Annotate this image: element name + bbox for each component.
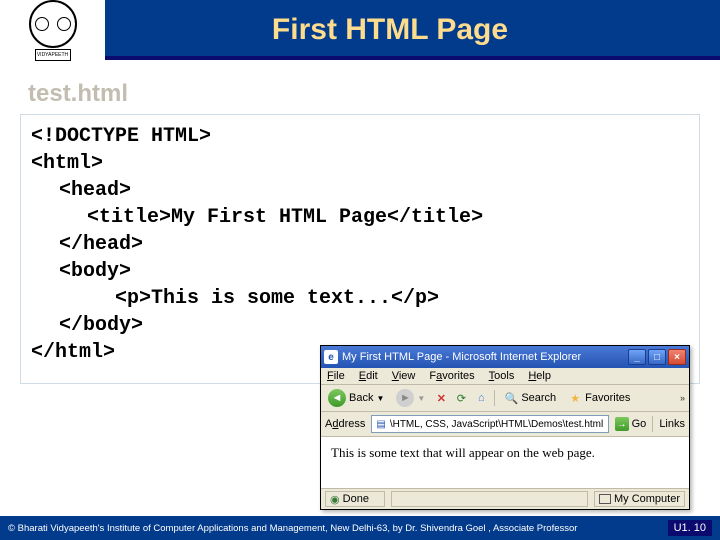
forward-button[interactable]: ►▼: [393, 388, 428, 408]
slide-number: U1. 10: [668, 520, 712, 536]
browser-menubar: FFileile Edit View Favorites Tools Help: [321, 368, 689, 385]
menu-file[interactable]: FFileile: [327, 370, 345, 382]
search-icon: 🔍: [504, 391, 518, 405]
favorites-button[interactable]: ★Favorites: [565, 390, 633, 406]
page-text: This is some text that will appear on th…: [331, 445, 595, 460]
back-arrow-icon: ◄: [328, 389, 346, 407]
address-path: \HTML, CSS, JavaScript\HTML\Demos\test.h…: [390, 419, 603, 430]
star-icon: ★: [568, 391, 582, 405]
address-label: Address: [325, 418, 365, 430]
address-input[interactable]: ▤ \HTML, CSS, JavaScript\HTML\Demos\test…: [371, 415, 608, 433]
browser-title: My First HTML Page - Microsoft Internet …: [342, 351, 628, 363]
browser-addressbar: Address ▤ \HTML, CSS, JavaScript\HTML\De…: [321, 412, 689, 437]
go-button[interactable]: →Go: [615, 417, 647, 431]
code-line: </head>: [31, 231, 689, 258]
code-line: <!DOCTYPE HTML>: [31, 123, 689, 150]
code-line: <p>This is some text...</p>: [31, 285, 689, 312]
ie-logo-icon: e: [324, 350, 338, 364]
forward-arrow-icon: ►: [396, 389, 414, 407]
back-button[interactable]: ◄Back▼: [325, 388, 387, 408]
menu-favorites[interactable]: Favorites: [429, 370, 474, 382]
logo-emblem-icon: [29, 0, 77, 48]
browser-content: This is some text that will appear on th…: [321, 437, 689, 489]
code-filename: test.html: [28, 80, 720, 108]
browser-titlebar[interactable]: e My First HTML Page - Microsoft Interne…: [321, 346, 689, 368]
footer-copyright: © Bharati Vidyapeeth's Institute of Comp…: [8, 523, 668, 534]
globe-icon: ◉: [330, 493, 340, 506]
home-icon[interactable]: ⌂: [474, 391, 488, 405]
logo-banner-icon: VIDYAPEETH: [35, 49, 71, 61]
go-arrow-icon: →: [615, 417, 629, 431]
slide-header: VIDYAPEETH First HTML Page: [0, 0, 720, 60]
browser-toolbar: ◄Back▼ ►▼ ✕ ⟳ ⌂ 🔍Search ★Favorites »: [321, 385, 689, 412]
code-line: <html>: [31, 150, 689, 177]
computer-icon: [599, 494, 611, 504]
code-line: <head>: [31, 177, 689, 204]
menu-tools[interactable]: Tools: [489, 370, 515, 382]
links-button[interactable]: Links: [659, 418, 685, 430]
stop-icon[interactable]: ✕: [434, 391, 448, 405]
code-line: <title>My First HTML Page</title>: [31, 204, 689, 231]
search-button[interactable]: 🔍Search: [501, 390, 559, 406]
code-line: </body>: [31, 312, 689, 339]
toolbar-overflow[interactable]: »: [680, 393, 685, 403]
code-block: <!DOCTYPE HTML> <html> <head> <title>My …: [20, 114, 700, 384]
browser-statusbar: ◉ Done My Computer: [321, 489, 689, 509]
menu-edit[interactable]: Edit: [359, 370, 378, 382]
maximize-button[interactable]: □: [648, 349, 666, 365]
menu-help[interactable]: Help: [528, 370, 551, 382]
dropdown-icon[interactable]: ▼: [607, 419, 608, 429]
slide-title: First HTML Page: [0, 0, 720, 60]
browser-window: e My First HTML Page - Microsoft Interne…: [320, 345, 690, 510]
logo-area: VIDYAPEETH: [0, 0, 105, 60]
refresh-icon[interactable]: ⟳: [454, 391, 468, 405]
menu-view[interactable]: View: [392, 370, 416, 382]
code-line: <body>: [31, 258, 689, 285]
slide-footer: © Bharati Vidyapeeth's Institute of Comp…: [0, 516, 720, 540]
status-done: Done: [343, 493, 369, 505]
status-zone: My Computer: [614, 493, 680, 505]
close-button[interactable]: ×: [668, 349, 686, 365]
minimize-button[interactable]: _: [628, 349, 646, 365]
html-file-icon: ▤: [376, 419, 385, 430]
